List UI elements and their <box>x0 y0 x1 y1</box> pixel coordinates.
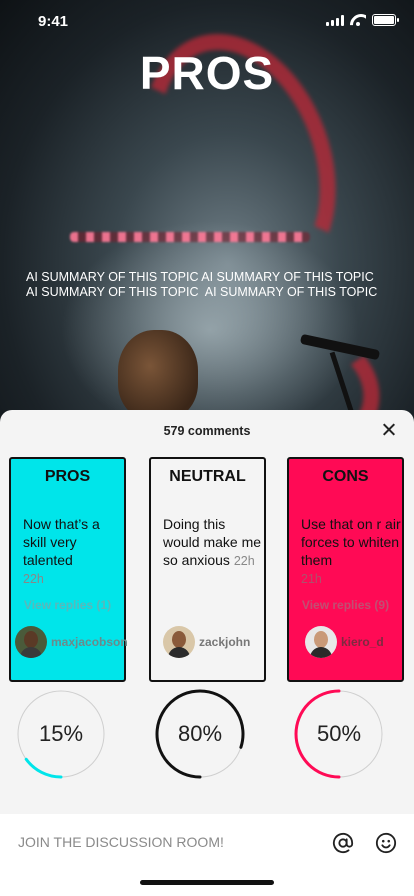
comment-timestamp: 21h <box>301 572 322 586</box>
comment-author[interactable]: kiero_d <box>305 626 384 658</box>
card-title: PROS <box>44 468 91 485</box>
discussion-input-bar[interactable]: JOIN THE DISCUSSION ROOM! <box>0 814 414 896</box>
view-replies-link[interactable]: View replies (9) <box>289 598 402 612</box>
neutral-percentage-gauge: 80% <box>155 689 245 779</box>
cellular-signal-icon <box>326 14 344 26</box>
comment-timestamp: 22h <box>233 554 255 568</box>
cons-card[interactable]: CONS Use that on r air forces to whiten … <box>287 457 404 682</box>
comment-body: Use that on r air forces to whiten them <box>301 516 401 568</box>
sheet-header: 579 comments <box>0 410 414 450</box>
pros-percentage-gauge: 15% <box>16 689 106 779</box>
username[interactable]: maxjacobson <box>51 635 128 649</box>
smiley-icon[interactable] <box>375 832 397 854</box>
comments-count: 579 comments <box>163 424 251 438</box>
comment-author[interactable]: zackjohn <box>163 626 250 658</box>
gauge-progress-arc <box>24 757 63 779</box>
avatar[interactable] <box>305 626 337 658</box>
at-sign-icon[interactable] <box>332 832 354 854</box>
close-icon[interactable] <box>380 421 398 439</box>
avatar[interactable] <box>163 626 195 658</box>
neutral-card[interactable]: NEUTRAL Doing this would make me so anxi… <box>149 457 266 682</box>
ai-summary-line: AI SUMMARY OF THIS TOPIC AI SUMMARY OF T… <box>26 285 378 299</box>
avatar[interactable] <box>15 626 47 658</box>
status-time: 9:41 <box>38 13 69 30</box>
battery-icon <box>372 14 399 26</box>
discussion-input[interactable]: JOIN THE DISCUSSION ROOM! <box>18 834 224 850</box>
comment-text: Now that’s a skill very talented 22h <box>23 515 123 588</box>
home-indicator <box>140 880 274 885</box>
ai-summary: AI SUMMARY OF THIS TOPIC AI SUMMARY OF T… <box>26 270 396 300</box>
comment-text: Doing this would make me so anxious 22h <box>163 515 263 570</box>
card-title: NEUTRAL <box>169 468 246 485</box>
comment-author[interactable]: maxjacobson <box>15 626 128 658</box>
status-bar: 9:41 <box>0 0 414 44</box>
wifi-icon <box>350 14 366 26</box>
ai-summary-line: AI SUMMARY OF THIS TOPIC AI SUMMARY OF T… <box>26 270 374 284</box>
comments-sheet: 579 comments PROS Now that’s a skill ver… <box>0 410 414 896</box>
cons-percentage-gauge: 50% <box>294 689 384 779</box>
gauge-label: 15% <box>38 721 84 746</box>
username[interactable]: zackjohn <box>199 635 250 649</box>
gauge-label: 50% <box>316 721 362 746</box>
page-title: PROS <box>139 47 275 99</box>
username[interactable]: kiero_d <box>341 635 384 649</box>
comment-timestamp: 22h <box>23 572 44 586</box>
gauge-label: 80% <box>177 721 223 746</box>
comment-text: Use that on r air forces to whiten them … <box>301 515 401 588</box>
pros-card[interactable]: PROS Now that’s a skill very talented 22… <box>9 457 128 682</box>
comment-body: Now that’s a skill very talented <box>23 516 100 568</box>
card-title: CONS <box>322 468 369 485</box>
view-replies-link[interactable]: View replies (1) <box>11 598 124 612</box>
